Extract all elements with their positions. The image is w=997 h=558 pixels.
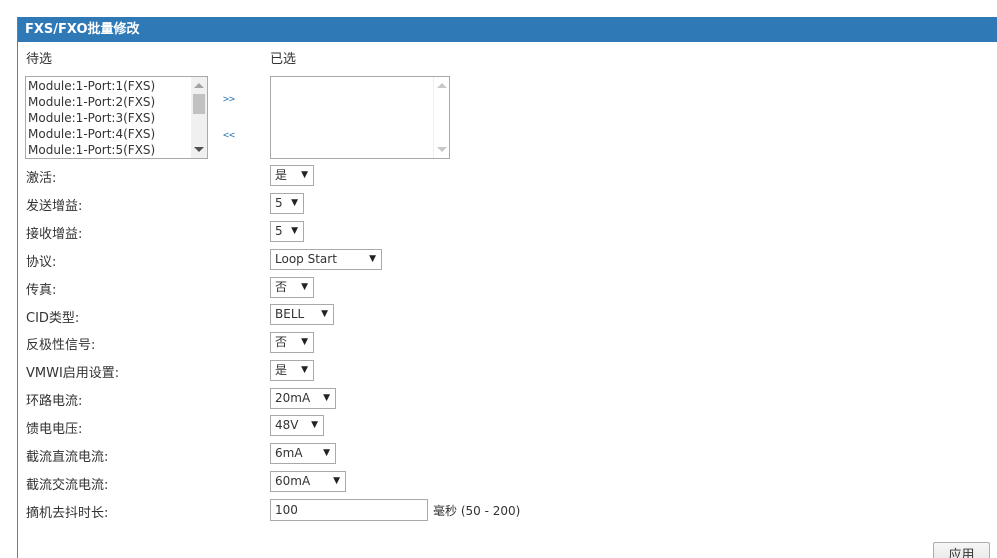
select-value: 5 [275, 224, 283, 238]
list-scrollbar[interactable] [191, 77, 207, 158]
select-value: 是 [275, 168, 288, 182]
scroll-down-arrow-icon[interactable] [194, 147, 204, 152]
list-item[interactable]: Module:1-Port:4(FXS) [26, 126, 207, 142]
select-value: 否 [275, 335, 288, 349]
dropdown-arrow-icon: ▼ [311, 420, 318, 430]
dropdown-arrow-icon: ▼ [321, 309, 328, 319]
list-item[interactable]: Module:1-Port:1(FXS) [26, 78, 207, 94]
ac-cutoff-current-select[interactable]: 60mA ▼ [270, 471, 346, 492]
field-label-rx-gain: 接收增益: [26, 227, 83, 242]
select-value: 否 [275, 280, 288, 294]
list-item[interactable]: Module:1-Port:5(FXS) [26, 142, 207, 158]
select-value: 5 [275, 196, 283, 210]
dropdown-arrow-icon: ▼ [323, 393, 330, 403]
dropdown-arrow-icon: ▼ [291, 198, 298, 208]
select-value: 20mA [275, 391, 311, 405]
remove-selected-button[interactable]: << [223, 130, 235, 141]
field-label-polarity-reversal: 反极性信号: [26, 338, 96, 353]
field-label-hook-debounce: 摘机去抖时长: [26, 506, 109, 521]
scroll-up-arrow-icon[interactable] [437, 83, 447, 88]
dropdown-arrow-icon: ▼ [301, 337, 308, 347]
dropdown-arrow-icon: ▼ [369, 254, 376, 264]
select-value: 60mA [275, 474, 311, 488]
field-label-enable: 激活: [26, 171, 57, 186]
available-ports-list[interactable]: Module:1-Port:1(FXS) Module:1-Port:2(FXS… [25, 76, 208, 159]
selected-ports-list[interactable] [270, 76, 450, 159]
list-scrollbar[interactable] [433, 77, 449, 158]
scroll-up-arrow-icon[interactable] [194, 83, 204, 88]
hook-debounce-unit: 毫秒 (50 - 200) [433, 504, 521, 518]
hook-debounce-input[interactable]: 100 [270, 499, 428, 521]
protocol-select[interactable]: Loop Start ▼ [270, 249, 382, 270]
field-label-dc-cutoff: 截流直流电流: [26, 450, 109, 465]
dropdown-arrow-icon: ▼ [301, 170, 308, 180]
dropdown-arrow-icon: ▼ [333, 476, 340, 486]
cid-type-select[interactable]: BELL ▼ [270, 304, 334, 325]
fax-select[interactable]: 否 ▼ [270, 277, 314, 298]
dc-cutoff-current-select[interactable]: 6mA ▼ [270, 443, 336, 464]
select-value: BELL [275, 307, 305, 321]
list-item[interactable]: Module:1-Port:2(FXS) [26, 94, 207, 110]
scroll-down-arrow-icon[interactable] [437, 147, 447, 152]
dropdown-arrow-icon: ▼ [323, 448, 330, 458]
list-item[interactable]: Module:1-Port:3(FXS) [26, 110, 207, 126]
field-label-fax: 传真: [26, 283, 57, 298]
select-value: 是 [275, 363, 288, 377]
field-label-loop-current: 环路电流: [26, 394, 83, 409]
batch-modify-panel: FXS/FXO批量修改 待选 已选 Module:1-Port:1(FXS) M… [17, 17, 997, 558]
dropdown-arrow-icon: ▼ [291, 226, 298, 236]
panel-title: FXS/FXO批量修改 [18, 17, 997, 42]
dropdown-arrow-icon: ▼ [301, 365, 308, 375]
field-label-vmwi: VMWI启用设置: [26, 366, 120, 381]
rx-gain-select[interactable]: 5 ▼ [270, 221, 304, 242]
field-label-cid-type: CID类型: [26, 311, 80, 326]
loop-current-select[interactable]: 20mA ▼ [270, 388, 336, 409]
tx-gain-select[interactable]: 5 ▼ [270, 193, 304, 214]
feed-voltage-select[interactable]: 48V ▼ [270, 415, 324, 436]
selected-column-label: 已选 [270, 52, 297, 67]
apply-button[interactable]: 应用 [933, 542, 990, 558]
vmwi-select[interactable]: 是 ▼ [270, 360, 314, 381]
field-label-protocol: 协议: [26, 255, 57, 270]
field-label-tx-gain: 发送增益: [26, 199, 83, 214]
enable-select[interactable]: 是 ▼ [270, 165, 314, 186]
dropdown-arrow-icon: ▼ [301, 282, 308, 292]
field-label-ac-cutoff: 截流交流电流: [26, 478, 109, 493]
available-column-label: 待选 [26, 52, 53, 67]
add-selected-button[interactable]: >> [223, 94, 235, 105]
select-value: 6mA [275, 446, 303, 460]
select-value: Loop Start [275, 252, 337, 266]
scroll-thumb[interactable] [193, 94, 205, 114]
select-value: 48V [275, 418, 299, 432]
polarity-reversal-select[interactable]: 否 ▼ [270, 332, 314, 353]
field-label-feed-voltage: 馈电电压: [26, 422, 83, 437]
